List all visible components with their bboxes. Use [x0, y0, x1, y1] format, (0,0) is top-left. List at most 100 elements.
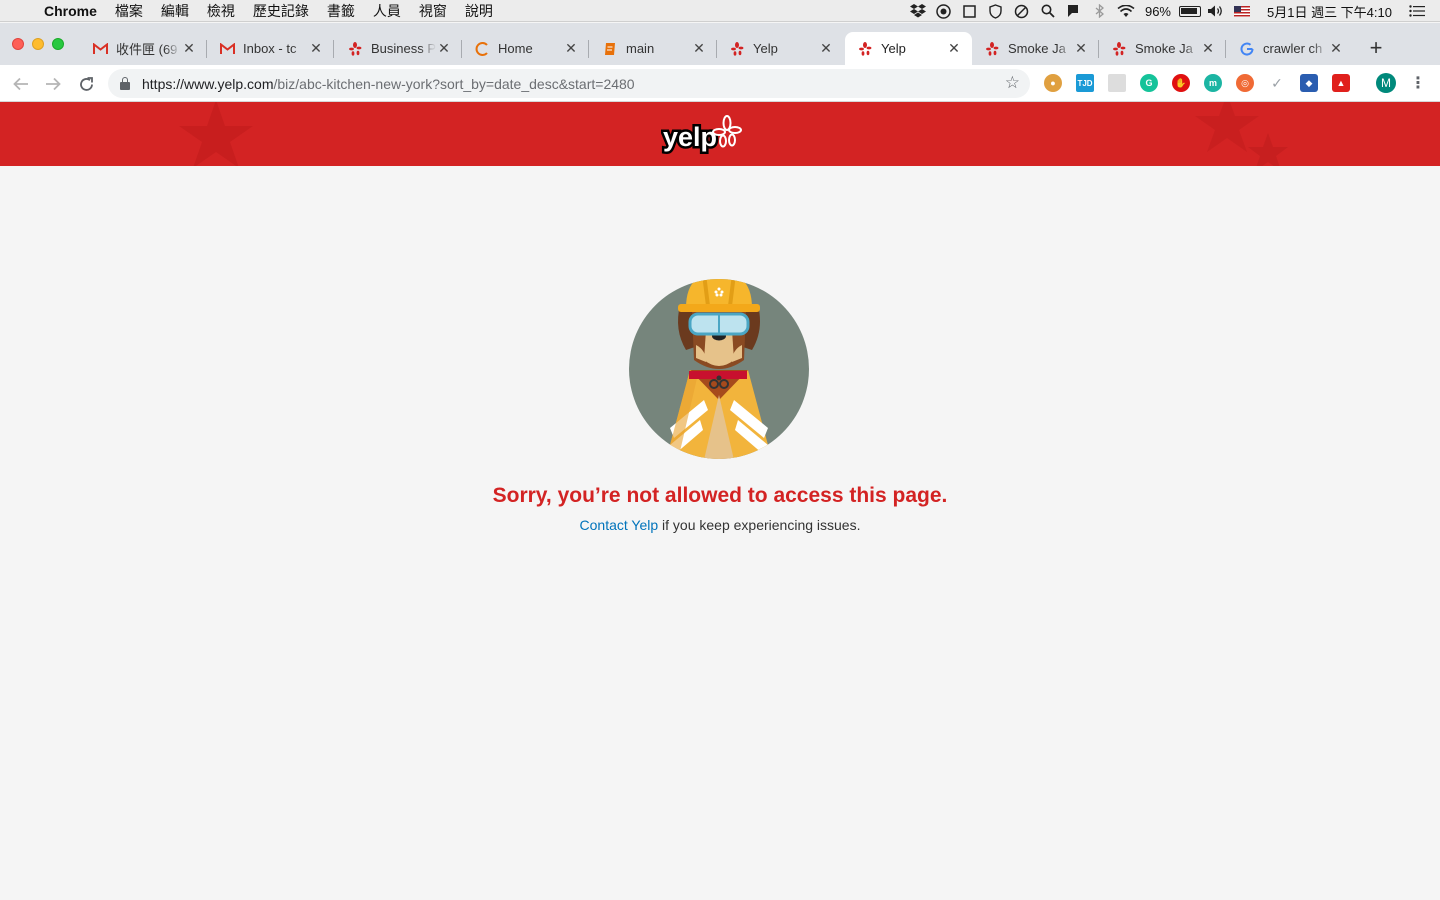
tab-title: Yelp: [881, 41, 906, 56]
yelp-burst-icon: [712, 115, 742, 148]
browser-tab[interactable]: Smoke Ja ✕: [1099, 32, 1226, 65]
menu-bookmarks[interactable]: 書籤: [318, 1, 364, 21]
menu-view[interactable]: 檢視: [198, 1, 244, 21]
browser-tab[interactable]: Yelp ✕: [717, 32, 844, 65]
checkmark-extension-icon[interactable]: ✓: [1268, 74, 1286, 92]
cookie-extension-icon[interactable]: ●: [1044, 74, 1062, 92]
grid-extension-icon[interactable]: [1108, 74, 1126, 92]
tab-title: Business P: [371, 41, 436, 56]
chrome-menu-icon[interactable]: ⋮: [1410, 73, 1426, 93]
tab-title: crawler ch: [1263, 41, 1323, 56]
decorative-star-icon: [1248, 133, 1288, 166]
home-icon: [474, 41, 490, 57]
pdf-extension-icon[interactable]: ▲: [1332, 74, 1350, 92]
menu-app-chrome[interactable]: Chrome: [40, 3, 106, 19]
tab-close-icon[interactable]: ✕: [1200, 40, 1216, 57]
app-status-icon[interactable]: [931, 0, 957, 22]
window-close-button[interactable]: [12, 38, 24, 50]
yelp-icon: [729, 41, 745, 57]
forward-arrow-icon[interactable]: [41, 72, 65, 96]
menu-edit[interactable]: 編輯: [152, 1, 198, 21]
tab-close-icon[interactable]: ✕: [691, 40, 707, 57]
notification-center-icon[interactable]: [1404, 0, 1430, 22]
menu-file[interactable]: 檔案: [106, 1, 152, 21]
do-not-disturb-icon[interactable]: [1009, 0, 1035, 22]
browser-tab[interactable]: Home ✕: [462, 32, 589, 65]
browser-tab[interactable]: main ✕: [590, 32, 717, 65]
construction-dog-illustration: [629, 279, 809, 459]
tab-title: Home: [498, 41, 533, 56]
shield-icon[interactable]: [983, 0, 1009, 22]
menu-help[interactable]: 說明: [456, 1, 502, 21]
main-content: Sorry, you’re not allowed to access this…: [0, 166, 1440, 900]
back-arrow-icon[interactable]: [9, 72, 33, 96]
browser-tab[interactable]: 收件匣 (69 ✕: [80, 32, 207, 65]
tab-title: Yelp: [753, 41, 778, 56]
yelp-icon: [984, 41, 1000, 57]
tab-close-icon[interactable]: ✕: [308, 40, 324, 57]
url-path: /biz/abc-kitchen-new-york?sort_by=date_d…: [273, 75, 635, 92]
browser-tab[interactable]: crawler ch ✕: [1227, 32, 1354, 65]
adblock-icon[interactable]: ✋: [1172, 74, 1190, 92]
new-tab-button[interactable]: +: [1364, 36, 1388, 60]
profile-avatar[interactable]: M: [1376, 73, 1396, 93]
access-denied-headline: Sorry, you’re not allowed to access this…: [492, 484, 948, 507]
yelp-icon: [1111, 41, 1127, 57]
yelp-header: yelp: [0, 102, 1440, 166]
yelp-logo[interactable]: yelp: [661, 114, 743, 156]
reload-icon[interactable]: [74, 72, 98, 96]
volume-icon[interactable]: [1203, 0, 1229, 22]
window-zoom-button[interactable]: [52, 38, 64, 50]
menu-history[interactable]: 歷史記錄: [244, 1, 318, 21]
battery-percent: 96%: [1144, 3, 1171, 19]
pushbullet-icon[interactable]: [1061, 0, 1087, 22]
tab-strip: 收件匣 (69 ✕ Inbox - tc ✕ Business P ✕ Home…: [0, 23, 1440, 65]
tjd-extension-icon[interactable]: TJD: [1076, 74, 1094, 92]
tab-close-icon[interactable]: ✕: [436, 40, 452, 57]
tab-close-icon[interactable]: ✕: [1328, 40, 1344, 57]
dropbox-icon[interactable]: [905, 0, 931, 22]
browser-tab[interactable]: Inbox - tc ✕: [207, 32, 334, 65]
menu-people[interactable]: 人員: [364, 1, 410, 21]
doc-icon: [602, 41, 618, 57]
tab-close-icon[interactable]: ✕: [181, 40, 197, 57]
contact-yelp-link[interactable]: Contact Yelp: [580, 517, 659, 533]
lock-icon[interactable]: [120, 76, 130, 90]
orange-extension-icon[interactable]: ◎: [1236, 74, 1254, 92]
battery-icon[interactable]: [1177, 0, 1203, 22]
gmail-icon: [219, 41, 235, 57]
macos-menubar: Chrome 檔案 編輯 檢視 歷史記錄 書籤 人員 視窗 說明 96% 5月1…: [0, 0, 1440, 22]
yelp-logo-text: yelp: [663, 122, 717, 152]
address-bar[interactable]: https://www.yelp.com/biz/abc-kitchen-new…: [108, 69, 1030, 98]
spotlight-search-icon[interactable]: [1035, 0, 1061, 22]
tab-close-icon[interactable]: ✕: [1073, 40, 1089, 57]
mercury-extension-icon[interactable]: m: [1204, 74, 1222, 92]
tab-close-icon[interactable]: ✕: [563, 40, 579, 57]
menu-window[interactable]: 視窗: [410, 1, 456, 21]
tab-close-icon[interactable]: ✕: [818, 40, 834, 57]
bookmark-star-icon[interactable]: ☆: [1005, 73, 1020, 93]
input-source-flag-icon[interactable]: [1229, 0, 1255, 22]
tab-title: Inbox - tc: [243, 41, 297, 56]
bluetooth-icon[interactable]: [1087, 0, 1113, 22]
grammarly-icon[interactable]: G: [1140, 74, 1158, 92]
menubar-clock[interactable]: 5月1日 週三 下午4:10: [1255, 2, 1404, 21]
gmail-icon: [92, 41, 108, 57]
browser-tab[interactable]: Business P ✕: [335, 32, 462, 65]
tab-title: main: [626, 41, 655, 56]
window-icon[interactable]: [957, 0, 983, 22]
url-host: https://www.yelp.com: [142, 75, 274, 92]
yelp-icon: [857, 41, 873, 57]
yelp-icon: [347, 41, 363, 57]
wifi-icon[interactable]: [1113, 0, 1139, 22]
browser-tab-active[interactable]: Yelp ✕: [845, 32, 972, 65]
browser-toolbar: https://www.yelp.com/biz/abc-kitchen-new…: [0, 65, 1440, 102]
tab-close-icon[interactable]: ✕: [946, 40, 962, 57]
shield-extension-icon[interactable]: ◆: [1300, 74, 1318, 92]
tab-title: 收件匣 (69: [116, 42, 178, 57]
google-icon: [1239, 41, 1255, 57]
browser-tab[interactable]: Smoke Ja ✕: [972, 32, 1099, 65]
tab-title: Smoke Ja: [1135, 41, 1193, 56]
window-minimize-button[interactable]: [32, 38, 44, 50]
help-text: Contact Yelp if you keep experiencing is…: [0, 517, 1440, 533]
